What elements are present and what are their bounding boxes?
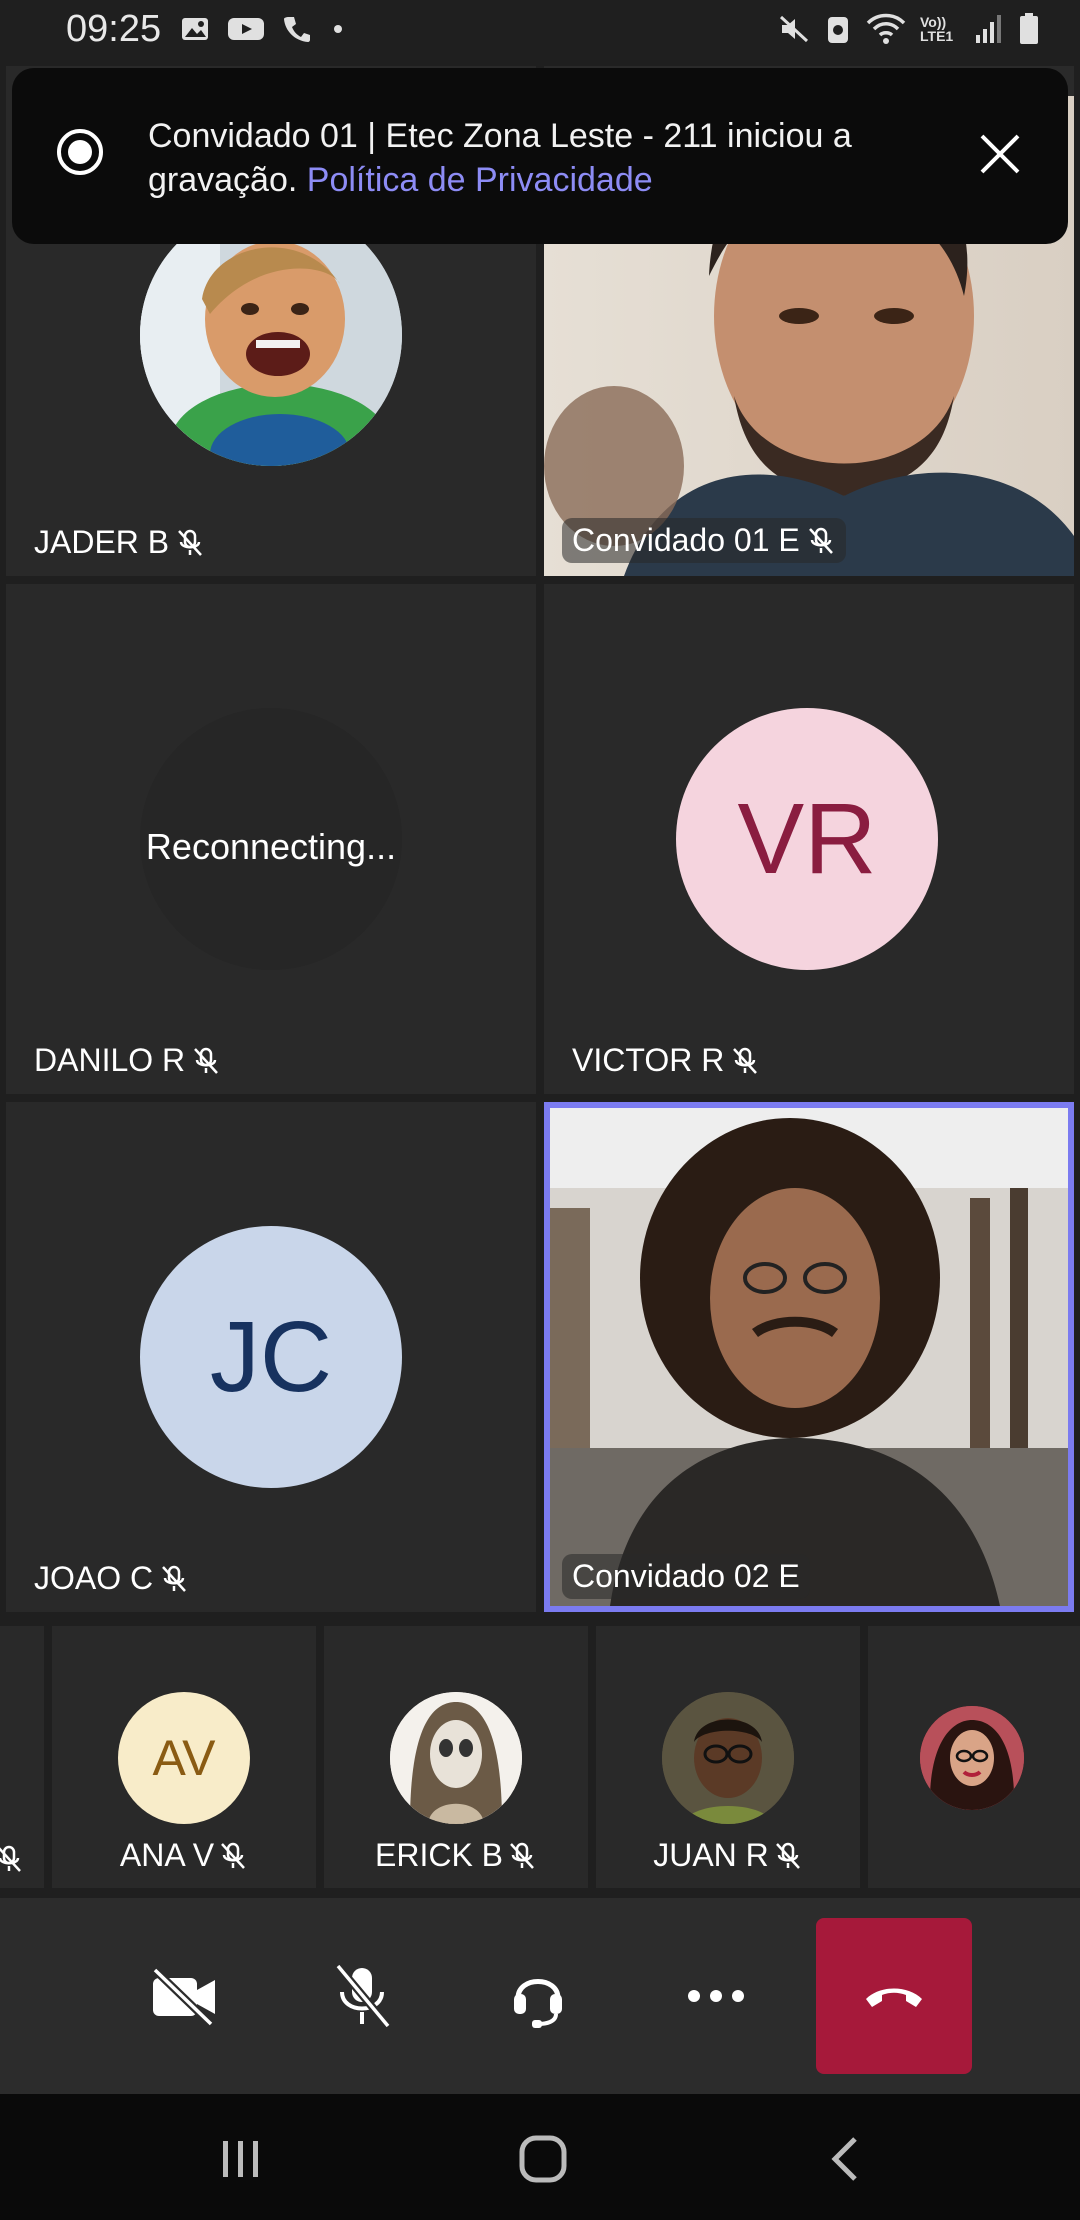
strip-tile-ana[interactable]: AV ANA V [52, 1626, 316, 1888]
avatar: JC [140, 1226, 402, 1488]
camera-toggle-button[interactable] [144, 1956, 224, 2036]
recording-message: Convidado 01 | Etec Zona Leste - 211 ini… [148, 114, 908, 202]
strip-tile-partial-right[interactable] [868, 1626, 1080, 1888]
status-bar: 09:25 Vo)) LTE1 [0, 0, 1080, 64]
participant-name: DANILO R [34, 1042, 221, 1079]
phone-icon [284, 17, 310, 42]
more-icon [688, 1990, 744, 2002]
participant-name-label: ANA V [119, 1837, 215, 1873]
participant-tile-joao[interactable]: JC JOAO C [6, 1102, 536, 1612]
data-saver-icon [828, 17, 848, 43]
mic-off-icon [162, 1565, 187, 1592]
participant-name: Convidado 01 E [562, 518, 846, 563]
privacy-policy-link[interactable]: Política de Privacidade [307, 161, 653, 199]
strip-tile-erick[interactable]: ERICK B [324, 1626, 588, 1888]
mic-off-icon [733, 1047, 758, 1074]
volte-icon: Vo)) LTE1 [920, 14, 954, 44]
participant-name: JOAO C [34, 1560, 189, 1597]
participant-name-label: Convidado 01 E [572, 522, 800, 558]
system-icons: Vo)) LTE1 [778, 12, 1040, 46]
back-button[interactable] [810, 2124, 880, 2194]
more-options-button[interactable] [676, 1956, 756, 2036]
participant-name: JUAN R [596, 1837, 860, 1874]
audio-options-button[interactable] [498, 1956, 578, 2036]
recording-banner: Convidado 01 | Etec Zona Leste - 211 ini… [12, 68, 1068, 244]
participant-tile-convidado-02[interactable]: Convidado 02 E [544, 1102, 1074, 1612]
mic-off-icon [178, 529, 203, 556]
avatar-initials: VR [737, 782, 877, 895]
mic-off-icon [334, 1963, 392, 2029]
mic-off-icon [194, 1047, 219, 1074]
participant-name-label: VICTOR R [572, 1042, 725, 1078]
participant-video [550, 1108, 1068, 1606]
mic-off-icon [221, 1842, 246, 1869]
youtube-icon [228, 18, 264, 40]
wifi-icon [866, 13, 906, 44]
mic-off-icon [510, 1842, 534, 1869]
strip-tile-partial[interactable] [0, 1626, 44, 1888]
participant-name: ANA V [52, 1837, 316, 1874]
avatar: VR [676, 708, 938, 970]
reconnecting-status: Reconnecting... [145, 826, 397, 867]
recent-apps-icon [223, 2141, 258, 2177]
headset-icon [514, 1979, 562, 2028]
avatar [920, 1706, 1024, 1810]
home-button[interactable] [508, 2124, 578, 2194]
gallery-icon [182, 18, 208, 40]
participant-name-label: JADER B [34, 524, 170, 560]
participant-name-label: ERICK B [374, 1837, 504, 1873]
mic-toggle-button[interactable] [322, 1956, 402, 2036]
participant-name: VICTOR R [572, 1042, 760, 1079]
participant-name: Convidado 02 E [562, 1554, 810, 1599]
system-nav-bar [0, 2094, 1080, 2220]
mic-off-icon [808, 527, 833, 554]
strip-tile-juan[interactable]: JUAN R [596, 1626, 860, 1888]
hang-up-icon [866, 1988, 922, 2007]
clock: 09:25 [66, 8, 162, 50]
hang-up-button[interactable] [816, 1918, 972, 2074]
signal-icon [976, 15, 1001, 43]
back-icon [831, 2137, 857, 2181]
avatar: AV [118, 1692, 250, 1824]
participant-name: JADER B [34, 524, 205, 561]
participant-name-label: DANILO R [34, 1042, 186, 1078]
participant-name-label: Convidado 02 E [572, 1558, 800, 1594]
recent-apps-button[interactable] [206, 2124, 276, 2194]
mic-off-icon [775, 1842, 800, 1869]
participant-tile-danilo[interactable]: Reconnecting... DANILO R [6, 584, 536, 1094]
close-icon[interactable] [976, 130, 1024, 178]
participant-name-label: JUAN R [653, 1837, 769, 1873]
dot-icon [334, 25, 342, 33]
avatar-initials: AV [152, 1730, 216, 1786]
call-controls [0, 1898, 1080, 2094]
mute-icon [779, 15, 809, 43]
mic-off-icon [0, 1845, 21, 1872]
participant-name: ERICK B [324, 1837, 588, 1874]
recording-icon [57, 129, 103, 175]
participant-tile-victor[interactable]: VR VICTOR R [544, 584, 1074, 1094]
avatar-initials: JC [209, 1300, 333, 1413]
camera-off-icon [152, 1967, 215, 2026]
notification-icons [180, 14, 348, 44]
avatar [662, 1692, 794, 1824]
participant-name-label: JOAO C [34, 1560, 154, 1596]
avatar [390, 1692, 522, 1824]
battery-icon [1020, 13, 1038, 44]
home-icon [519, 2135, 567, 2183]
